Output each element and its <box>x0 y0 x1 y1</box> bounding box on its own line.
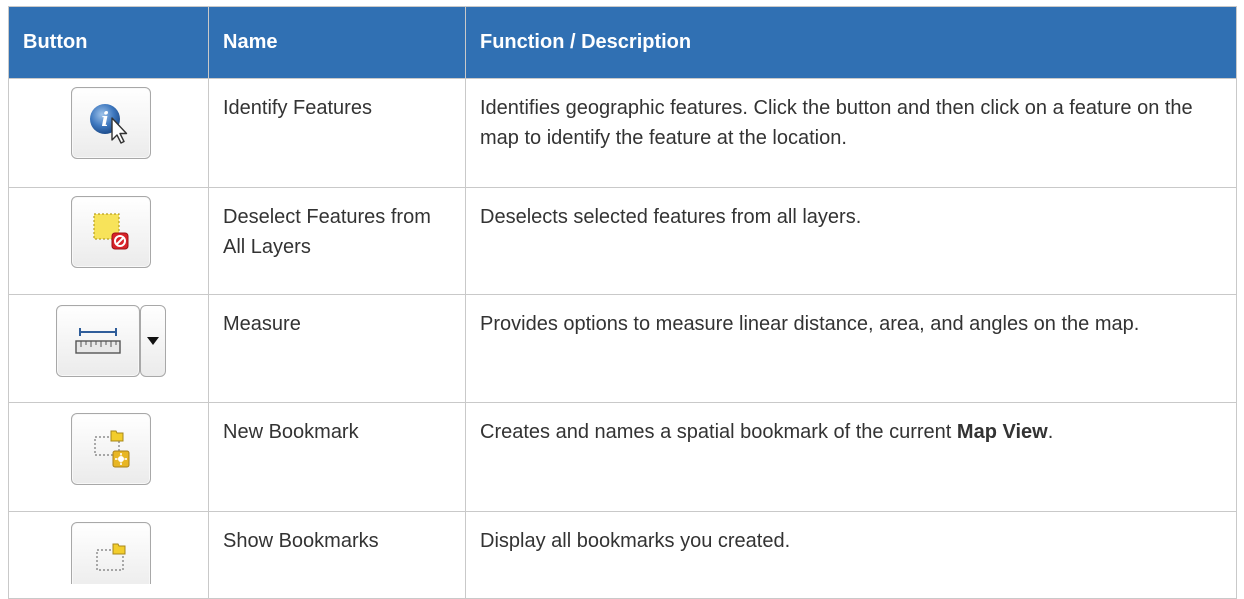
table-row: Measure Provides options to measure line… <box>8 294 1237 403</box>
measure-dropdown-button[interactable] <box>140 305 166 377</box>
description-cell: Deselects selected features from all lay… <box>465 187 1237 295</box>
new-bookmark-button[interactable] <box>71 413 151 485</box>
header-function: Function / Description <box>465 6 1237 79</box>
button-cell <box>8 511 209 599</box>
button-cell <box>8 294 209 403</box>
name-cell: Measure <box>208 294 466 403</box>
description-cell: Display all bookmarks you created. <box>465 511 1237 599</box>
name-cell: Identify Features <box>208 78 466 188</box>
name-cell: Deselect Features from All Layers <box>208 187 466 295</box>
new-bookmark-icon <box>94 430 130 468</box>
table-row: Show Bookmarks Display all bookmarks you… <box>8 511 1237 599</box>
measure-ruler-icon <box>75 328 121 354</box>
identify-features-button[interactable]: i <box>71 87 151 159</box>
deselect-features-icon <box>93 213 129 250</box>
show-bookmarks-button[interactable] <box>71 522 151 584</box>
button-cell <box>8 187 209 295</box>
button-cell: i <box>8 78 209 188</box>
button-cell <box>8 402 209 512</box>
measure-button[interactable] <box>56 305 140 377</box>
table-header-row: Button Name Function / Description <box>8 6 1237 79</box>
chevron-down-icon <box>147 337 159 345</box>
deselect-features-button[interactable] <box>71 196 151 268</box>
identify-features-icon: i <box>90 104 128 144</box>
table-row: New Bookmark Creates and names a spatial… <box>8 402 1237 512</box>
name-cell: New Bookmark <box>208 402 466 512</box>
description-end: . <box>1047 421 1054 443</box>
map-view-term: Map View <box>956 421 1048 443</box>
svg-text:i: i <box>101 107 109 131</box>
header-name: Name <box>208 6 466 79</box>
description-text: Creates and names a spatial bookmark of … <box>480 421 957 443</box>
description-cell: Identifies geographic features. Click th… <box>465 78 1237 188</box>
description-cell: Creates and names a spatial bookmark of … <box>465 402 1237 512</box>
toolbar-buttons-table: Button Name Function / Description i Ide… <box>8 6 1237 599</box>
description-cell: Provides options to measure linear dista… <box>465 294 1237 403</box>
show-bookmarks-icon <box>96 543 126 571</box>
name-cell: Show Bookmarks <box>208 511 466 599</box>
header-button: Button <box>8 6 209 79</box>
table-row: Deselect Features from All Layers Desele… <box>8 187 1237 295</box>
table-row: i Identify Features Identifies geographi… <box>8 78 1237 188</box>
